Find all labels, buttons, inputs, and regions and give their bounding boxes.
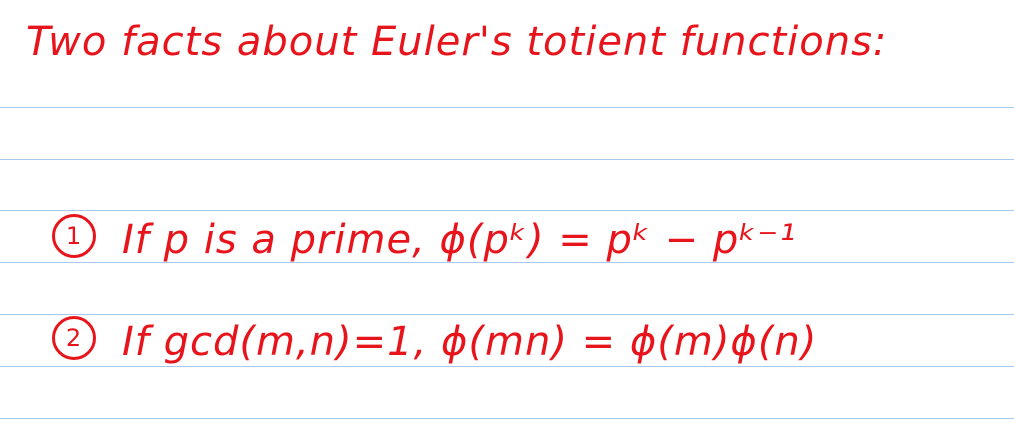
notebook-page: Two facts about Euler's totient function… [0, 0, 1014, 433]
rule-line [0, 210, 1014, 211]
rule-line [0, 314, 1014, 315]
fact-2: 2 If gcd(m,n)=1, ϕ(mn) = ϕ(m)ϕ(n) [52, 316, 818, 365]
fact-2-text: If gcd(m,n)=1, ϕ(mn) = ϕ(m)ϕ(n) [122, 319, 818, 365]
circled-number-1: 1 [52, 214, 96, 258]
circled-number-2: 2 [52, 316, 96, 360]
rule-line [0, 159, 1014, 160]
rule-line [0, 107, 1014, 108]
rule-line [0, 366, 1014, 367]
fact-1-text: If p is a prime, ϕ(pᵏ) = pᵏ − pᵏ⁻¹ [122, 217, 797, 263]
fact-1: 1 If p is a prime, ϕ(pᵏ) = pᵏ − pᵏ⁻¹ [52, 214, 797, 263]
page-title: Two facts about Euler's totient function… [26, 19, 888, 65]
rule-line [0, 418, 1014, 419]
